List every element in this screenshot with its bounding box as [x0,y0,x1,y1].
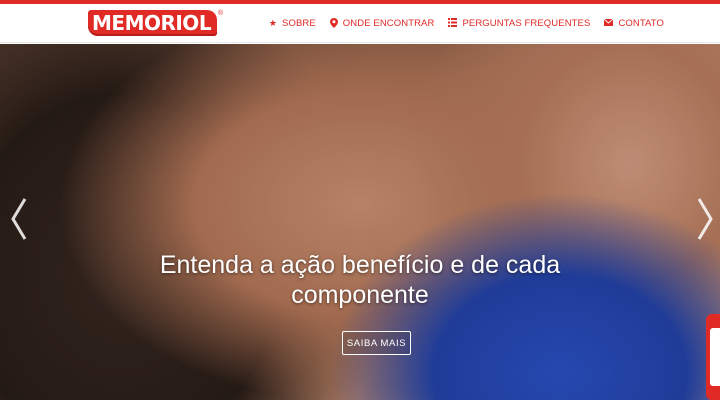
hero-caption: Entenda a ação benefício e de cada compo… [130,250,590,310]
list-icon [448,18,458,29]
side-badge [706,314,720,400]
registered-mark: ® [217,10,224,17]
main-nav: ★ SOBRE ONDE ENCONTRAR PERGUNTAS FREQUEN… [269,4,664,43]
nav-item-perguntas-frequentes[interactable]: PERGUNTAS FREQUENTES [448,18,590,29]
brand-name: MEMORIOL [88,10,218,36]
chevron-left-icon [11,198,27,240]
hero-caption-line1: Entenda a ação benefício e de cada [159,251,561,279]
nav-item-label: SOBRE [282,18,316,29]
navbar: MEMORIOL ® ★ SOBRE ONDE ENCONTRAR PERGUN… [0,4,720,43]
saiba-mais-button[interactable]: SAIBA MAIS [342,331,411,355]
carousel-prev-button[interactable] [4,194,34,244]
nav-item-label: PERGUNTAS FREQUENTES [462,18,591,29]
brand-logo[interactable]: MEMORIOL ® [88,8,223,38]
chevron-right-icon [697,198,713,240]
hero-carousel: Entenda a ação benefício e de cada compo… [0,44,720,400]
nav-item-contato[interactable]: CONTATO [604,18,664,29]
nav-item-label: CONTATO [618,18,664,29]
nav-item-sobre[interactable]: ★ SOBRE [269,18,316,29]
envelope-icon [604,18,614,28]
carousel-next-button[interactable] [690,194,720,244]
nav-item-onde-encontrar[interactable]: ONDE ENCONTRAR [329,17,435,30]
hero-caption-line2: componente [291,281,429,309]
star-icon: ★ [268,18,278,28]
nav-item-label: ONDE ENCONTRAR [342,18,435,29]
map-marker-icon [329,17,338,30]
